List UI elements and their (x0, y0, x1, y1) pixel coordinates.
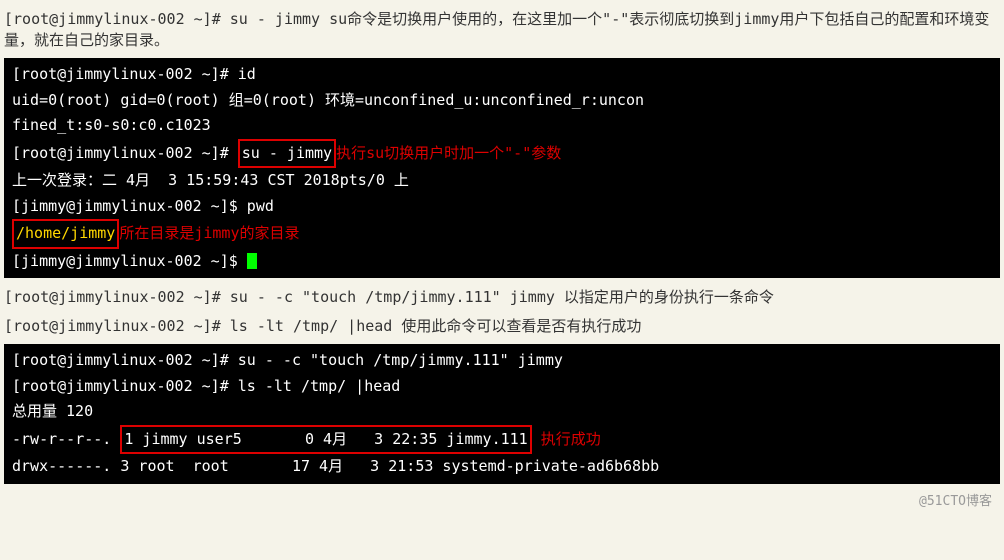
command-line-1: [root@jimmylinux-002 ~]# su - jimmy su命令… (4, 4, 1000, 54)
terminal-block-1: [root@jimmylinux-002 ~]# id uid=0(root) … (4, 58, 1000, 278)
term-row: 总用量 120 (12, 399, 992, 425)
term-row: [root@jimmylinux-002 ~]# ls -lt /tmp/ |h… (12, 374, 992, 400)
prompt-text: [root@jimmylinux-002 ~]# ls -lt /tmp/ |h… (4, 317, 392, 335)
term-row: -rw-r--r--. 1 jimmy user5 0 4月 3 22:35 j… (12, 425, 992, 455)
term-row: /home/jimmy所在目录是jimmy的家目录 (12, 219, 992, 249)
highlighted-command: su - jimmy (238, 139, 336, 169)
term-row: [jimmy@jimmylinux-002 ~]$ (12, 249, 992, 275)
red-annotation: 执行su切换用户时加一个"-"参数 (336, 144, 561, 162)
prompt-text: [root@jimmylinux-002 ~]# su - jimmy (4, 10, 320, 28)
term-row: [root@jimmylinux-002 ~]# su - jimmy执行su切… (12, 139, 992, 169)
term-row: fined_t:s0-s0:c0.c1023 (12, 113, 992, 139)
highlighted-path: /home/jimmy (12, 219, 119, 249)
prompt-text: [root@jimmylinux-002 ~]# su - -c "touch … (4, 288, 555, 306)
term-row: [root@jimmylinux-002 ~]# id (12, 62, 992, 88)
watermark: @51CTO博客 (4, 488, 1000, 511)
terminal-block-2: [root@jimmylinux-002 ~]# su - -c "touch … (4, 344, 1000, 484)
cursor-icon (247, 253, 257, 269)
term-row: [jimmy@jimmylinux-002 ~]$ pwd (12, 194, 992, 220)
red-annotation: 所在目录是jimmy的家目录 (119, 224, 299, 242)
term-row: [root@jimmylinux-002 ~]# su - -c "touch … (12, 348, 992, 374)
term-row: uid=0(root) gid=0(root) 组=0(root) 环境=unc… (12, 88, 992, 114)
command-line-2: [root@jimmylinux-002 ~]# su - -c "touch … (4, 282, 1000, 311)
command-note: 使用此命令可以查看是否有执行成功 (392, 317, 641, 335)
command-line-3: [root@jimmylinux-002 ~]# ls -lt /tmp/ |h… (4, 311, 1000, 340)
command-note: 以指定用户的身份执行一条命令 (555, 288, 774, 306)
term-row: 上一次登录：二 4月 3 15:59:43 CST 2018pts/0 上 (12, 168, 992, 194)
term-row: drwx------. 3 root root 17 4月 3 21:53 sy… (12, 454, 992, 480)
red-annotation: 执行成功 (532, 430, 601, 448)
highlighted-output: 1 jimmy user5 0 4月 3 22:35 jimmy.111 (120, 425, 531, 455)
